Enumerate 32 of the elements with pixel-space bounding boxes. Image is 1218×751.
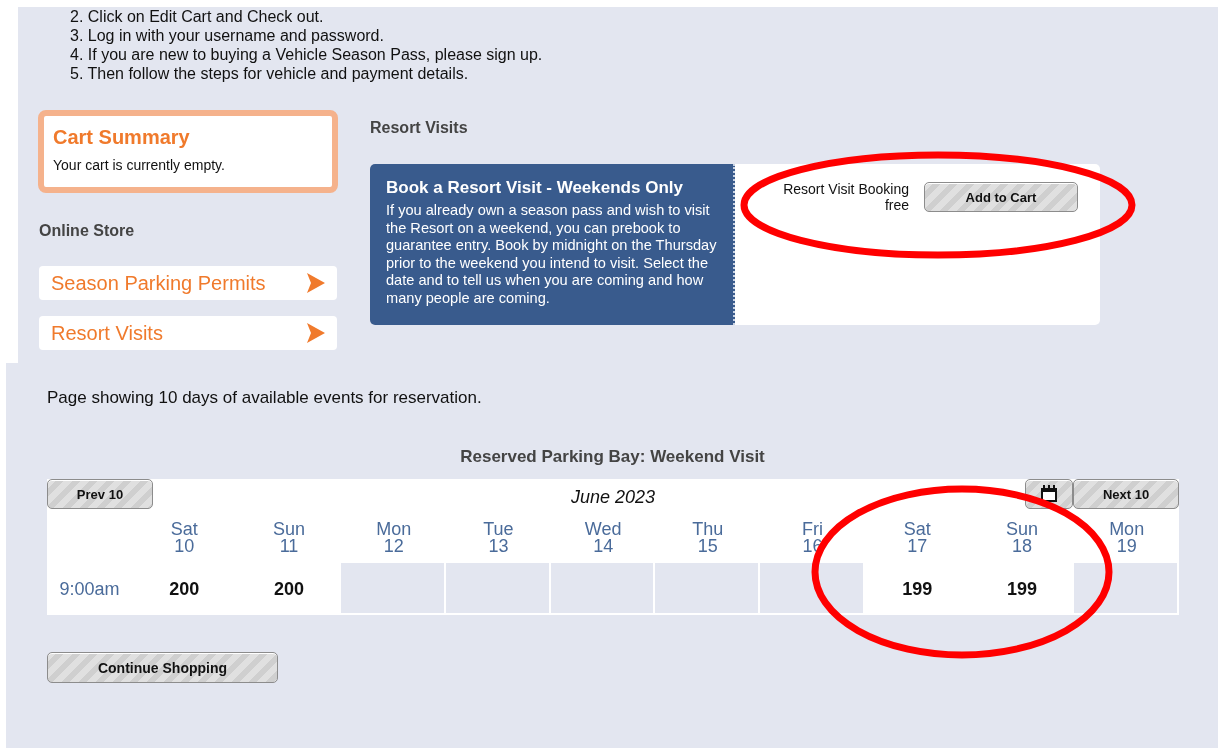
store-heading: Online Store	[39, 222, 136, 240]
instruction-step: 2. Click on Edit Cart and Check out.	[70, 7, 1218, 26]
product-title: Book a Resort Visit - Weekends Only	[386, 178, 684, 198]
section-heading: Resort Visits	[370, 119, 469, 137]
notice-text: Page showing 10 days of available events for reservation.	[47, 388, 483, 408]
day-header: Tue 13	[482, 518, 515, 558]
month-label: June 2023	[570, 487, 656, 508]
day-header: Thu 15	[691, 518, 725, 558]
product-description: If you already own a season pass and wish to visit the Resort on a weekend, you can prebook to guarantee entry. Book by midnight on the Thursday prior to the weekend you intend to visit. Select the date and to tell us when you are coming and how many people are coming.	[386, 202, 718, 307]
instruction-step: 4. If you are new to buying a Vehicle Season Pass, please sign up.	[70, 45, 1218, 64]
day-header: Sun 11	[272, 518, 307, 558]
continue-shopping-button[interactable]: Continue Shopping	[47, 652, 278, 683]
triangle-arrow-icon	[307, 273, 325, 293]
instruction-step: 5. Then follow the steps for vehicle and payment details.	[70, 64, 1218, 83]
price-value: free	[884, 197, 909, 213]
cart-title: Cart Summary	[53, 125, 191, 150]
next-button[interactable]: Next 10	[1073, 479, 1179, 509]
day-header: Sat 10	[169, 518, 199, 558]
day-header: Mon 19	[1108, 518, 1146, 558]
prev-button[interactable]: Prev 10	[47, 479, 153, 509]
day-header: Wed 14	[583, 518, 623, 558]
cart-message: Your cart is currently empty.	[53, 157, 226, 173]
add-to-cart-button[interactable]: Add to Cart	[924, 182, 1078, 212]
calendar-icon	[1039, 484, 1059, 504]
instruction-step: 3. Log in with your username and password.	[70, 26, 1218, 45]
day-header: Sun 18	[1004, 518, 1039, 558]
price-label: Resort Visit Booking	[783, 181, 909, 197]
triangle-arrow-icon	[307, 323, 325, 343]
day-header: Sat 17	[902, 518, 932, 558]
calendar-title: Reserved Parking Bay: Weekend Visit	[459, 447, 766, 467]
time-label: 9:00am	[58, 577, 121, 601]
day-header: Mon 12	[375, 518, 413, 558]
